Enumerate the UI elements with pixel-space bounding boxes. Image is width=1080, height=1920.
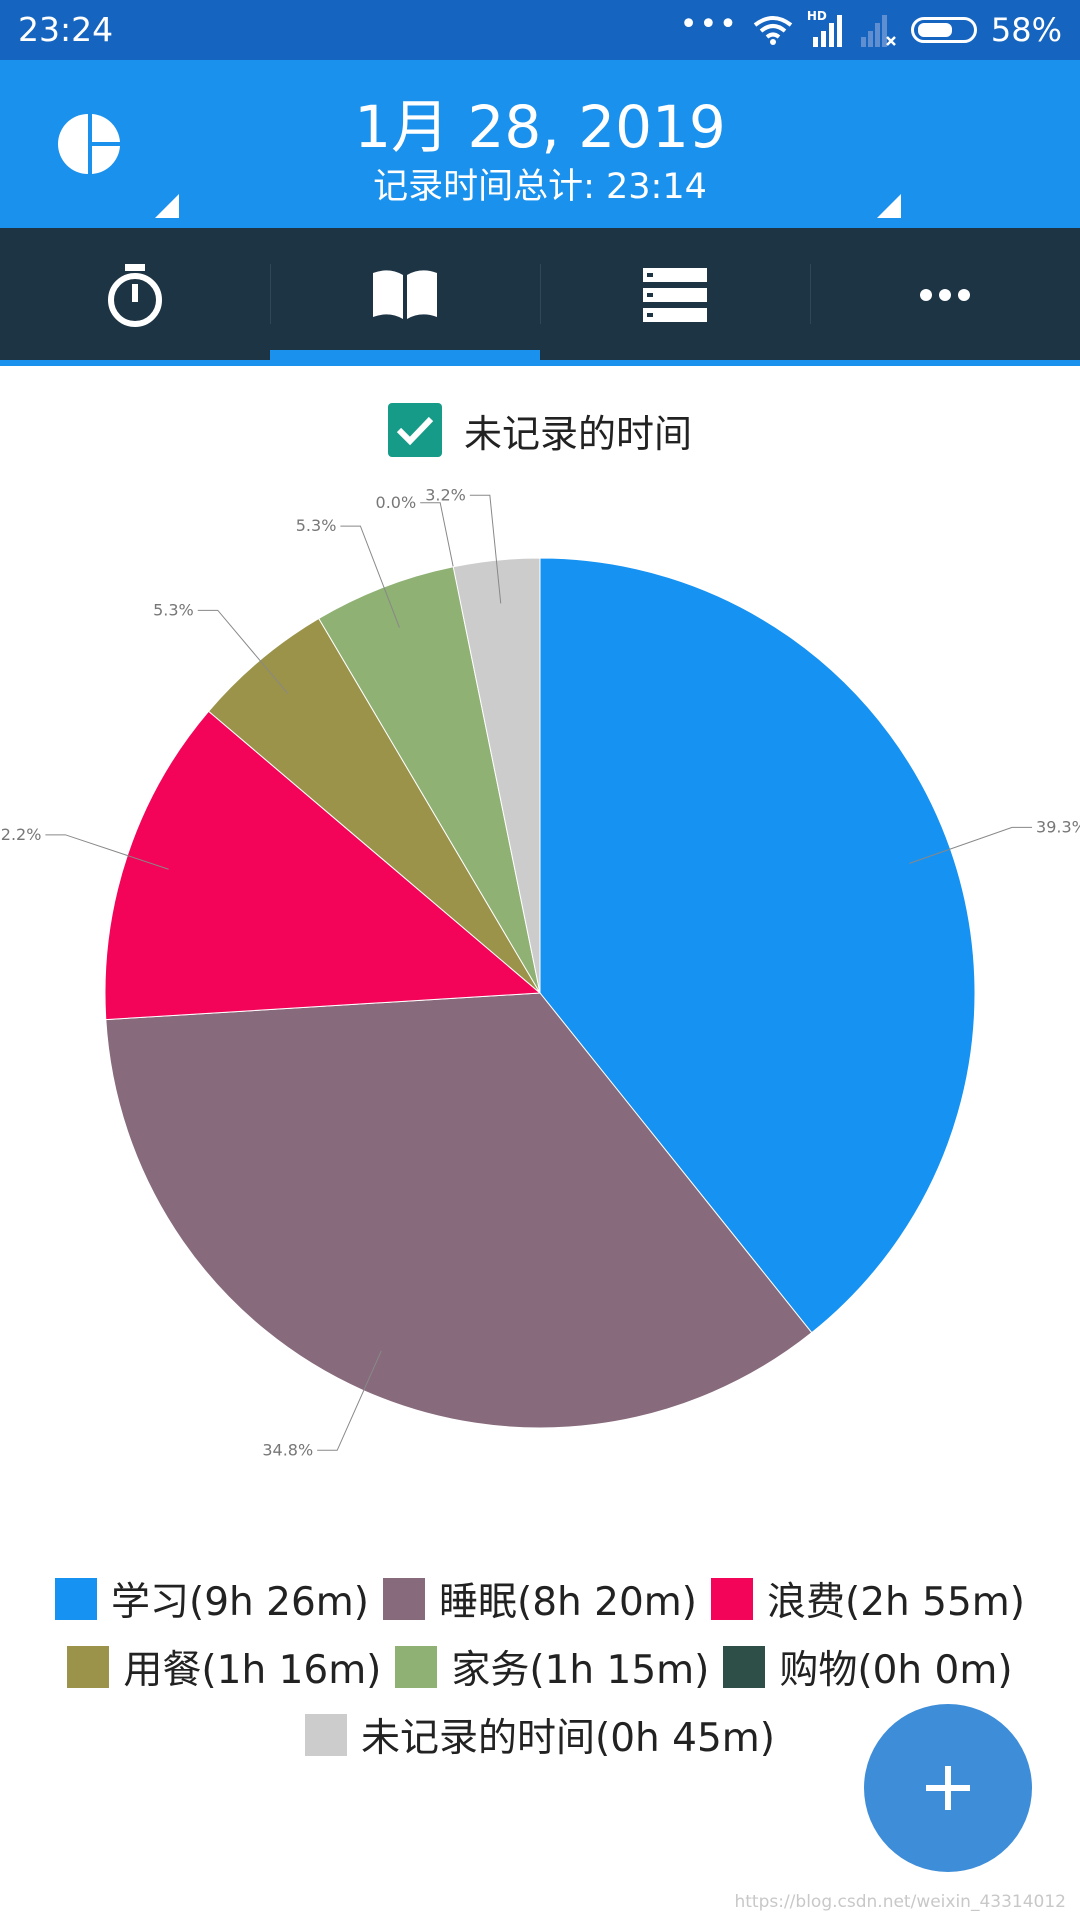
header-date[interactable]: 1月 28, 2019	[0, 80, 1080, 164]
add-record-button[interactable]	[864, 1704, 1032, 1872]
date-header[interactable]: 1月 28, 2019 记录时间总计: 23:14	[0, 60, 1080, 228]
tab-timer[interactable]	[0, 228, 270, 362]
legend-label: 睡眠(8h 20m)	[439, 1580, 697, 1625]
status-icons: ••• HD 58%	[680, 8, 1062, 52]
signal-icon: HD	[807, 9, 845, 47]
tab-more[interactable]	[810, 228, 1080, 362]
legend-item-meal: 用餐(1h 16m)	[67, 1639, 381, 1695]
legend-label: 家务(1h 15m)	[451, 1648, 710, 1693]
tab-list[interactable]	[540, 228, 810, 362]
watermark: https://blog.csdn.net/weixin_43314012	[734, 1892, 1066, 1912]
legend-item-shopping: 购物(0h 0m)	[723, 1639, 1013, 1695]
pie-value-label: 39.3%	[1036, 817, 1080, 836]
plus-icon	[926, 1766, 970, 1810]
more-icon	[920, 289, 970, 301]
legend-item-study: 学习(9h 26m)	[55, 1571, 369, 1627]
legend-label: 学习(9h 26m)	[111, 1580, 369, 1625]
legend-swatch	[395, 1646, 438, 1688]
legend-label: 购物(0h 0m)	[779, 1648, 1013, 1693]
legend-item-chores: 家务(1h 15m)	[395, 1639, 709, 1695]
pie-value-label: 5.3%	[296, 516, 337, 535]
tab-log[interactable]	[270, 228, 540, 362]
legend-swatch	[305, 1714, 347, 1756]
stopwatch-icon	[108, 264, 162, 327]
book-icon	[373, 270, 437, 319]
status-time: 23:24	[18, 10, 114, 49]
legend-row: 用餐(1h 16m) 家务(1h 15m) 购物(0h 0m)	[0, 1633, 1080, 1701]
no-signal-icon	[860, 15, 896, 47]
legend-label: 浪费(2h 55m)	[766, 1580, 1025, 1625]
list-icon	[643, 268, 707, 322]
legend-swatch	[67, 1646, 110, 1688]
check-icon	[396, 416, 434, 446]
more-icon: •••	[679, 7, 739, 42]
untracked-time-label: 未记录的时间	[463, 411, 692, 456]
legend-label: 未记录的时间(0h 45m)	[361, 1716, 775, 1761]
pie-value-label: 0.0%	[376, 493, 417, 512]
legend-swatch	[710, 1578, 753, 1620]
tab-bar	[0, 228, 1080, 362]
wifi-icon	[753, 16, 793, 45]
legend-item-waste: 浪费(2h 55m)	[710, 1571, 1025, 1627]
pie-value-label: 12.2%	[0, 825, 41, 844]
status-bar: 23:24 ••• HD 58%	[0, 0, 1080, 60]
legend-item-untracked: 未记录的时间(0h 45m)	[305, 1707, 775, 1763]
date-dropdown-indicator[interactable]	[877, 194, 901, 218]
legend-swatch	[55, 1578, 98, 1620]
total-recorded-time: 记录时间总计: 23:14	[373, 167, 707, 207]
untracked-time-checkbox[interactable]	[387, 403, 442, 457]
time-distribution-pie-chart[interactable]: 39.3% 34.8% 12.2% 5.3% 5.3% 0.0% 3.2%	[0, 470, 1080, 1470]
legend-item-sleep: 睡眠(8h 20m)	[383, 1571, 697, 1627]
battery-icon	[910, 17, 977, 43]
legend-swatch	[383, 1578, 425, 1620]
pie-value-label: 34.8%	[262, 1440, 313, 1459]
legend-swatch	[723, 1646, 766, 1688]
pie-value-label: 5.3%	[153, 600, 194, 619]
untracked-time-filter[interactable]: 未记录的时间	[0, 400, 1080, 460]
legend-row: 学习(9h 26m) 睡眠(8h 20m) 浪费(2h 55m)	[0, 1565, 1080, 1633]
battery-percent: 58%	[990, 11, 1062, 49]
tab-bar-accent-line	[0, 360, 1080, 366]
legend-label: 用餐(1h 16m)	[123, 1648, 382, 1693]
pie-value-label: 3.2%	[425, 485, 466, 504]
